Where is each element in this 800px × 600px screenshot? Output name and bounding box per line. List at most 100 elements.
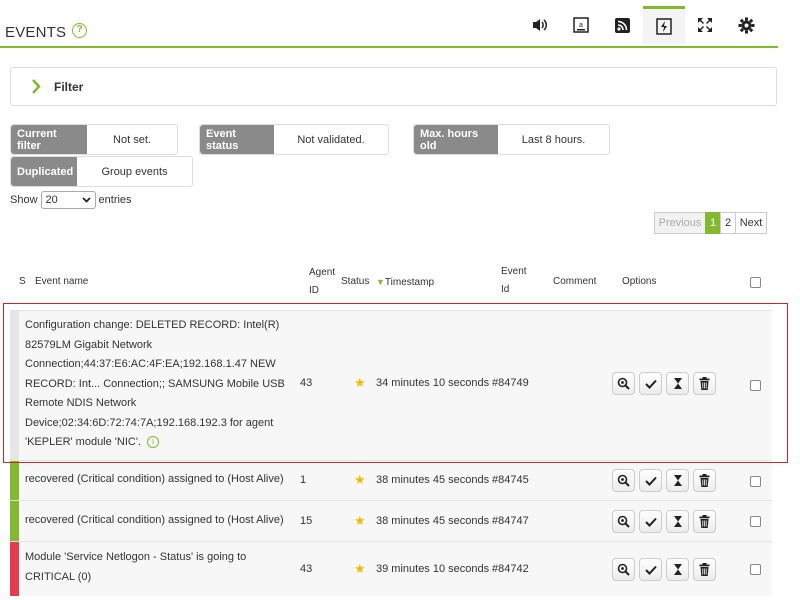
row-checkbox[interactable] bbox=[750, 476, 761, 487]
gear-icon[interactable] bbox=[731, 6, 761, 44]
timestamp: 39 minutes 10 seconds bbox=[376, 563, 490, 575]
col-event-id-line1: Event bbox=[501, 266, 527, 277]
filter-label[interactable]: Filter bbox=[54, 80, 83, 94]
col-event-name[interactable]: Event name bbox=[35, 273, 88, 291]
svg-text:a: a bbox=[579, 22, 583, 29]
timestamp: 34 minutes 10 seconds bbox=[376, 377, 490, 389]
table-row[interactable]: Configuration change: DELETED RECORD: In… bbox=[10, 310, 772, 460]
filter-panel[interactable]: Filter bbox=[10, 67, 777, 106]
event-name[interactable]: Module 'Service Netlogon - Status' is go… bbox=[25, 548, 295, 587]
star-icon: ★ bbox=[354, 513, 366, 528]
col-event-id[interactable]: Event Id bbox=[501, 263, 527, 299]
row-options bbox=[612, 372, 716, 395]
severity-indicator bbox=[10, 461, 19, 500]
star-icon: ★ bbox=[354, 375, 366, 390]
pagination-page-1[interactable]: 1 bbox=[705, 212, 721, 234]
chip-key: Current filter bbox=[11, 125, 87, 154]
event-id: #84745 bbox=[492, 474, 529, 486]
zoom-icon[interactable] bbox=[612, 372, 635, 395]
event-id: #84742 bbox=[492, 563, 529, 575]
table-row[interactable]: recovered (Critical condition) assigned … bbox=[10, 500, 772, 541]
severity-indicator bbox=[10, 501, 19, 541]
chip-value: Last 8 hours. bbox=[521, 133, 586, 146]
chip-key: Event status bbox=[200, 125, 274, 154]
event-name[interactable]: recovered (Critical condition) assigned … bbox=[25, 511, 295, 531]
event-id: #84749 bbox=[492, 377, 529, 389]
trash-icon[interactable] bbox=[693, 510, 716, 533]
sort-down-icon: ▼ bbox=[376, 277, 385, 287]
help-icon[interactable]: ? bbox=[72, 23, 87, 38]
timestamp: 38 minutes 45 seconds bbox=[376, 515, 490, 527]
pagination-previous[interactable]: Previous bbox=[654, 212, 706, 234]
severity-indicator bbox=[10, 311, 19, 460]
col-comment[interactable]: Comment bbox=[553, 273, 596, 291]
check-icon[interactable] bbox=[639, 510, 662, 533]
row-options bbox=[612, 510, 716, 533]
pagination: Previous 1 2 Next bbox=[654, 212, 767, 234]
chip-current-filter: Current filter Not set. bbox=[10, 124, 178, 155]
check-icon[interactable] bbox=[639, 558, 662, 581]
zoom-icon[interactable] bbox=[612, 558, 635, 581]
chip-key: Max. hours old bbox=[414, 125, 498, 154]
col-severity[interactable]: S bbox=[19, 273, 26, 291]
table-row[interactable]: recovered (Critical condition) assigned … bbox=[10, 460, 772, 500]
sound-icon[interactable] bbox=[525, 6, 555, 44]
col-agent-id-line2: ID bbox=[309, 285, 319, 296]
info-icon[interactable]: i bbox=[147, 436, 159, 449]
chevron-right-icon[interactable] bbox=[31, 79, 41, 97]
trash-icon[interactable] bbox=[693, 469, 716, 492]
hourglass-icon[interactable] bbox=[666, 510, 689, 533]
events-table: S Event name Agent ID Status ▼Timestamp … bbox=[10, 254, 772, 596]
agent-id: 43 bbox=[300, 377, 313, 389]
check-icon[interactable] bbox=[639, 469, 662, 492]
trash-icon[interactable] bbox=[693, 558, 716, 581]
chip-duplicated: Duplicated Group events bbox=[10, 156, 193, 187]
chevron-down-icon bbox=[81, 197, 91, 203]
col-options: Options bbox=[622, 276, 657, 287]
col-agent-id-line1: Agent bbox=[309, 267, 336, 278]
row-checkbox[interactable] bbox=[750, 380, 761, 391]
page-title: EVENTS bbox=[5, 24, 67, 41]
star-icon: ★ bbox=[354, 561, 366, 576]
agent-id: 43 bbox=[300, 563, 313, 575]
col-timestamp[interactable]: ▼Timestamp bbox=[376, 273, 434, 292]
agent-id: 15 bbox=[300, 515, 313, 527]
check-icon[interactable] bbox=[639, 372, 662, 395]
agent-id: 1 bbox=[300, 474, 307, 486]
chip-value: Not set. bbox=[113, 133, 151, 146]
hourglass-icon[interactable] bbox=[666, 372, 689, 395]
zoom-icon[interactable] bbox=[612, 469, 635, 492]
events-icon[interactable] bbox=[643, 6, 685, 44]
entries-select[interactable]: 20 bbox=[40, 191, 96, 209]
pagination-next[interactable]: Next bbox=[735, 212, 767, 234]
agent-id-icon[interactable]: a bbox=[566, 6, 596, 44]
hourglass-icon[interactable] bbox=[666, 558, 689, 581]
chip-max-hours: Max. hours old Last 8 hours. bbox=[413, 124, 610, 155]
chip-value: Group events bbox=[101, 165, 168, 178]
col-status[interactable]: Status bbox=[341, 273, 369, 291]
table-row[interactable]: Module 'Service Netlogon - Status' is go… bbox=[10, 541, 772, 596]
entries-control: Show 20 entries bbox=[10, 191, 132, 209]
row-checkbox[interactable] bbox=[750, 516, 761, 527]
col-event-id-line2: Id bbox=[501, 284, 510, 295]
event-name[interactable]: Configuration change: DELETED RECORD: In… bbox=[25, 316, 295, 453]
row-checkbox[interactable] bbox=[750, 564, 761, 575]
zoom-icon[interactable] bbox=[612, 510, 635, 533]
fullscreen-icon[interactable] bbox=[690, 6, 720, 44]
select-all-checkbox[interactable] bbox=[750, 277, 761, 288]
col-timestamp-label: Timestamp bbox=[384, 277, 435, 288]
col-agent-id[interactable]: Agent ID bbox=[309, 264, 335, 300]
entries-value: 20 bbox=[45, 194, 58, 206]
chip-event-status: Event status Not validated. bbox=[199, 124, 389, 155]
trash-icon[interactable] bbox=[693, 372, 716, 395]
event-name[interactable]: recovered (Critical condition) assigned … bbox=[25, 470, 295, 490]
chip-key: Duplicated bbox=[11, 157, 77, 186]
chip-value: Not validated. bbox=[297, 133, 365, 146]
timestamp: 38 minutes 45 seconds bbox=[376, 474, 490, 486]
rss-icon[interactable] bbox=[607, 6, 637, 44]
pagination-page-2[interactable]: 2 bbox=[720, 212, 736, 234]
hourglass-icon[interactable] bbox=[666, 469, 689, 492]
event-id: #84747 bbox=[492, 515, 529, 527]
entries-suffix: entries bbox=[98, 194, 132, 206]
show-label: Show bbox=[10, 194, 38, 206]
